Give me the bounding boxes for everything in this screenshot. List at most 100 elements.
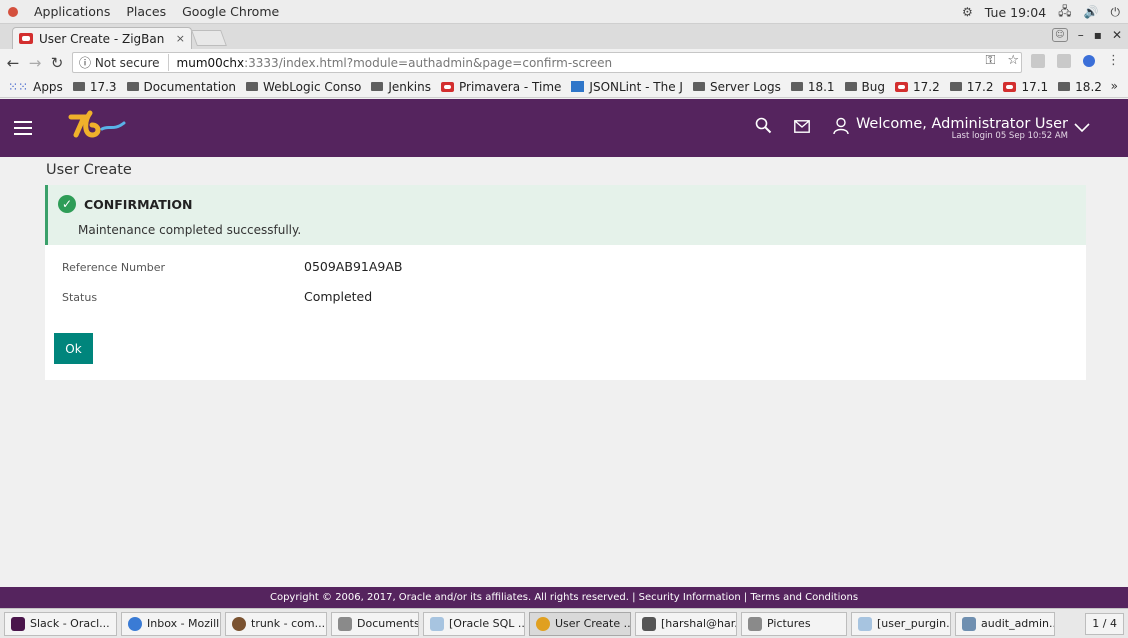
folder-icon: [246, 82, 259, 91]
browser-toolbar: ← → ↻ ⓘ Not secure mum00chx :3333/index.…: [0, 49, 1128, 76]
confirmation-message: Maintenance completed successfully.: [78, 223, 302, 237]
user-menu[interactable]: Welcome, Administrator User Last login 0…: [856, 116, 1068, 141]
bookmark-oracle-17-2[interactable]: 17.2: [895, 80, 940, 94]
desktop-taskbar: Slack - Oracl... Inbox - Mozill... trunk…: [0, 608, 1128, 638]
chrome-menu-icon[interactable]: ⋮: [1107, 53, 1120, 68]
browser-tab-strip: User Create - ZigBan × ☺ – ▪ ✕: [0, 24, 1128, 49]
ok-button[interactable]: Ok: [54, 333, 93, 364]
bookmark-folder-jenkins[interactable]: Jenkins: [371, 80, 431, 94]
chrome-icon: [536, 616, 550, 631]
chrome-app-menu[interactable]: Google Chrome: [182, 4, 279, 19]
taskbar-item-trunk[interactable]: trunk - com...: [225, 611, 327, 636]
security-indicator[interactable]: ⓘ Not secure: [79, 54, 169, 71]
places-menu[interactable]: Places: [126, 4, 166, 19]
system-top-bar: Applications Places Google Chrome ⚙ Tue …: [0, 0, 1128, 24]
last-login-text: Last login 05 Sep 10:52 AM: [951, 130, 1068, 141]
bookmark-folder-17-3[interactable]: 17.3: [72, 80, 117, 94]
bookmark-folder-18-2[interactable]: 18.2: [1058, 80, 1102, 94]
tab-close-icon[interactable]: ×: [176, 32, 185, 45]
taskbar-item-sql-developer[interactable]: [Oracle SQL ...: [423, 611, 525, 636]
status-value: Completed: [304, 289, 373, 304]
folder-icon: [1058, 82, 1071, 91]
profile-icon[interactable]: ☺: [1051, 28, 1068, 42]
oracle-icon: [1003, 81, 1017, 92]
bookmark-folder-17-2[interactable]: 17.2: [949, 80, 993, 94]
bookmark-star-icon[interactable]: ☆: [1007, 53, 1019, 68]
browser-tab[interactable]: User Create - ZigBan ×: [12, 27, 192, 49]
taskbar-item-slack[interactable]: Slack - Oracl...: [4, 611, 117, 636]
folder-icon: [949, 82, 962, 91]
oracle-favicon-icon: [19, 33, 33, 44]
reload-icon[interactable]: ↻: [50, 54, 64, 72]
apps-grid-icon: ⁙⁙: [8, 79, 29, 94]
taskbar-item-pictures[interactable]: Pictures: [741, 611, 847, 636]
bookmark-folder-documentation[interactable]: Documentation: [126, 80, 236, 94]
folder-icon: [126, 82, 139, 91]
power-icon[interactable]: ⏻: [1111, 5, 1121, 20]
taskbar-item-terminal[interactable]: [harshal@har...: [635, 611, 737, 636]
tab-title: User Create - ZigBan: [39, 31, 165, 46]
extension-k-icon[interactable]: [1057, 53, 1071, 68]
bookmark-apps[interactable]: ⁙⁙ Apps: [8, 80, 63, 94]
folder-icon: [692, 82, 705, 91]
search-icon[interactable]: [755, 117, 772, 139]
thunderbird-icon: [128, 616, 142, 631]
bookmark-primavera[interactable]: Primavera - Time: [440, 80, 561, 94]
jsonlint-icon: [571, 81, 585, 92]
mail-icon[interactable]: [794, 118, 810, 138]
text-file-icon: [858, 616, 872, 631]
workspace-pager[interactable]: 1 / 4: [1085, 613, 1124, 635]
accessibility-icon[interactable]: ⚙: [962, 5, 973, 19]
bookmarks-overflow-button[interactable]: »: [1111, 79, 1118, 93]
bookmark-folder-weblogic[interactable]: WebLogic Conso: [246, 80, 361, 94]
folder-icon: [748, 616, 762, 631]
extension-blue-icon[interactable]: [1083, 54, 1095, 67]
confirmation-banner: ✓ CONFIRMATION Maintenance completed suc…: [45, 185, 1086, 245]
maximize-icon[interactable]: ▪: [1094, 28, 1102, 42]
reference-number-value: 0509AB91A9AB: [304, 259, 403, 274]
applications-menu[interactable]: Applications: [34, 4, 110, 19]
back-icon[interactable]: ←: [6, 54, 20, 72]
text-file-icon: [962, 616, 976, 631]
bookmark-oracle-17-1[interactable]: 17.1: [1003, 80, 1048, 94]
address-bar[interactable]: ⓘ Not secure mum00chx :3333/index.html?m…: [72, 52, 1022, 73]
key-icon[interactable]: ⚿: [985, 53, 995, 68]
taskbar-item-user-purging[interactable]: [user_purgin...: [851, 611, 951, 636]
user-icon[interactable]: [832, 117, 850, 140]
taskbar-item-documents[interactable]: Documents: [331, 611, 419, 636]
app-header: Welcome, Administrator User Last login 0…: [0, 99, 1128, 157]
extension-icon[interactable]: [1031, 53, 1045, 68]
status-label: Status: [62, 291, 98, 304]
folder-icon: [338, 616, 352, 631]
close-window-icon[interactable]: ✕: [1112, 28, 1122, 42]
oracle-icon: [895, 81, 909, 92]
folder-icon: [844, 82, 857, 91]
network-icon[interactable]: 🖧: [1058, 2, 1071, 23]
hamburger-menu-icon[interactable]: [14, 121, 32, 135]
folder-icon: [790, 82, 803, 91]
applications-icon: [8, 6, 18, 17]
bookmark-folder-bug[interactable]: Bug: [844, 80, 885, 94]
url-host: mum00chx: [176, 55, 245, 70]
minimize-icon[interactable]: –: [1078, 28, 1084, 42]
taskbar-item-audit-admin[interactable]: audit_admin...: [955, 611, 1055, 636]
svn-icon: [232, 616, 246, 631]
bookmark-folder-server-logs[interactable]: Server Logs: [692, 80, 781, 94]
system-clock[interactable]: Tue 19:04: [985, 5, 1046, 20]
confirmation-heading: CONFIRMATION: [84, 196, 193, 212]
taskbar-item-thunderbird[interactable]: Inbox - Mozill...: [121, 611, 221, 636]
chevron-down-icon[interactable]: [1074, 119, 1090, 137]
forward-icon[interactable]: →: [28, 54, 42, 72]
new-tab-button[interactable]: [191, 30, 227, 46]
bookmarks-bar: ⁙⁙ Apps 17.3 Documentation WebLogic Conso…: [0, 76, 1128, 98]
check-circle-icon: ✓: [58, 195, 76, 213]
zigbank-logo-icon: [68, 110, 126, 138]
welcome-text: Welcome, Administrator User: [855, 115, 1068, 132]
zigbank-logo[interactable]: [68, 109, 128, 148]
volume-icon[interactable]: 🔊: [1084, 5, 1099, 19]
taskbar-item-chrome[interactable]: User Create ...: [529, 611, 631, 636]
bookmark-folder-18-1[interactable]: 18.1: [790, 80, 835, 94]
bookmark-jsonlint[interactable]: JSONLint - The J: [571, 80, 683, 94]
folder-icon: [72, 82, 85, 91]
reference-number-label: Reference Number: [62, 261, 166, 274]
